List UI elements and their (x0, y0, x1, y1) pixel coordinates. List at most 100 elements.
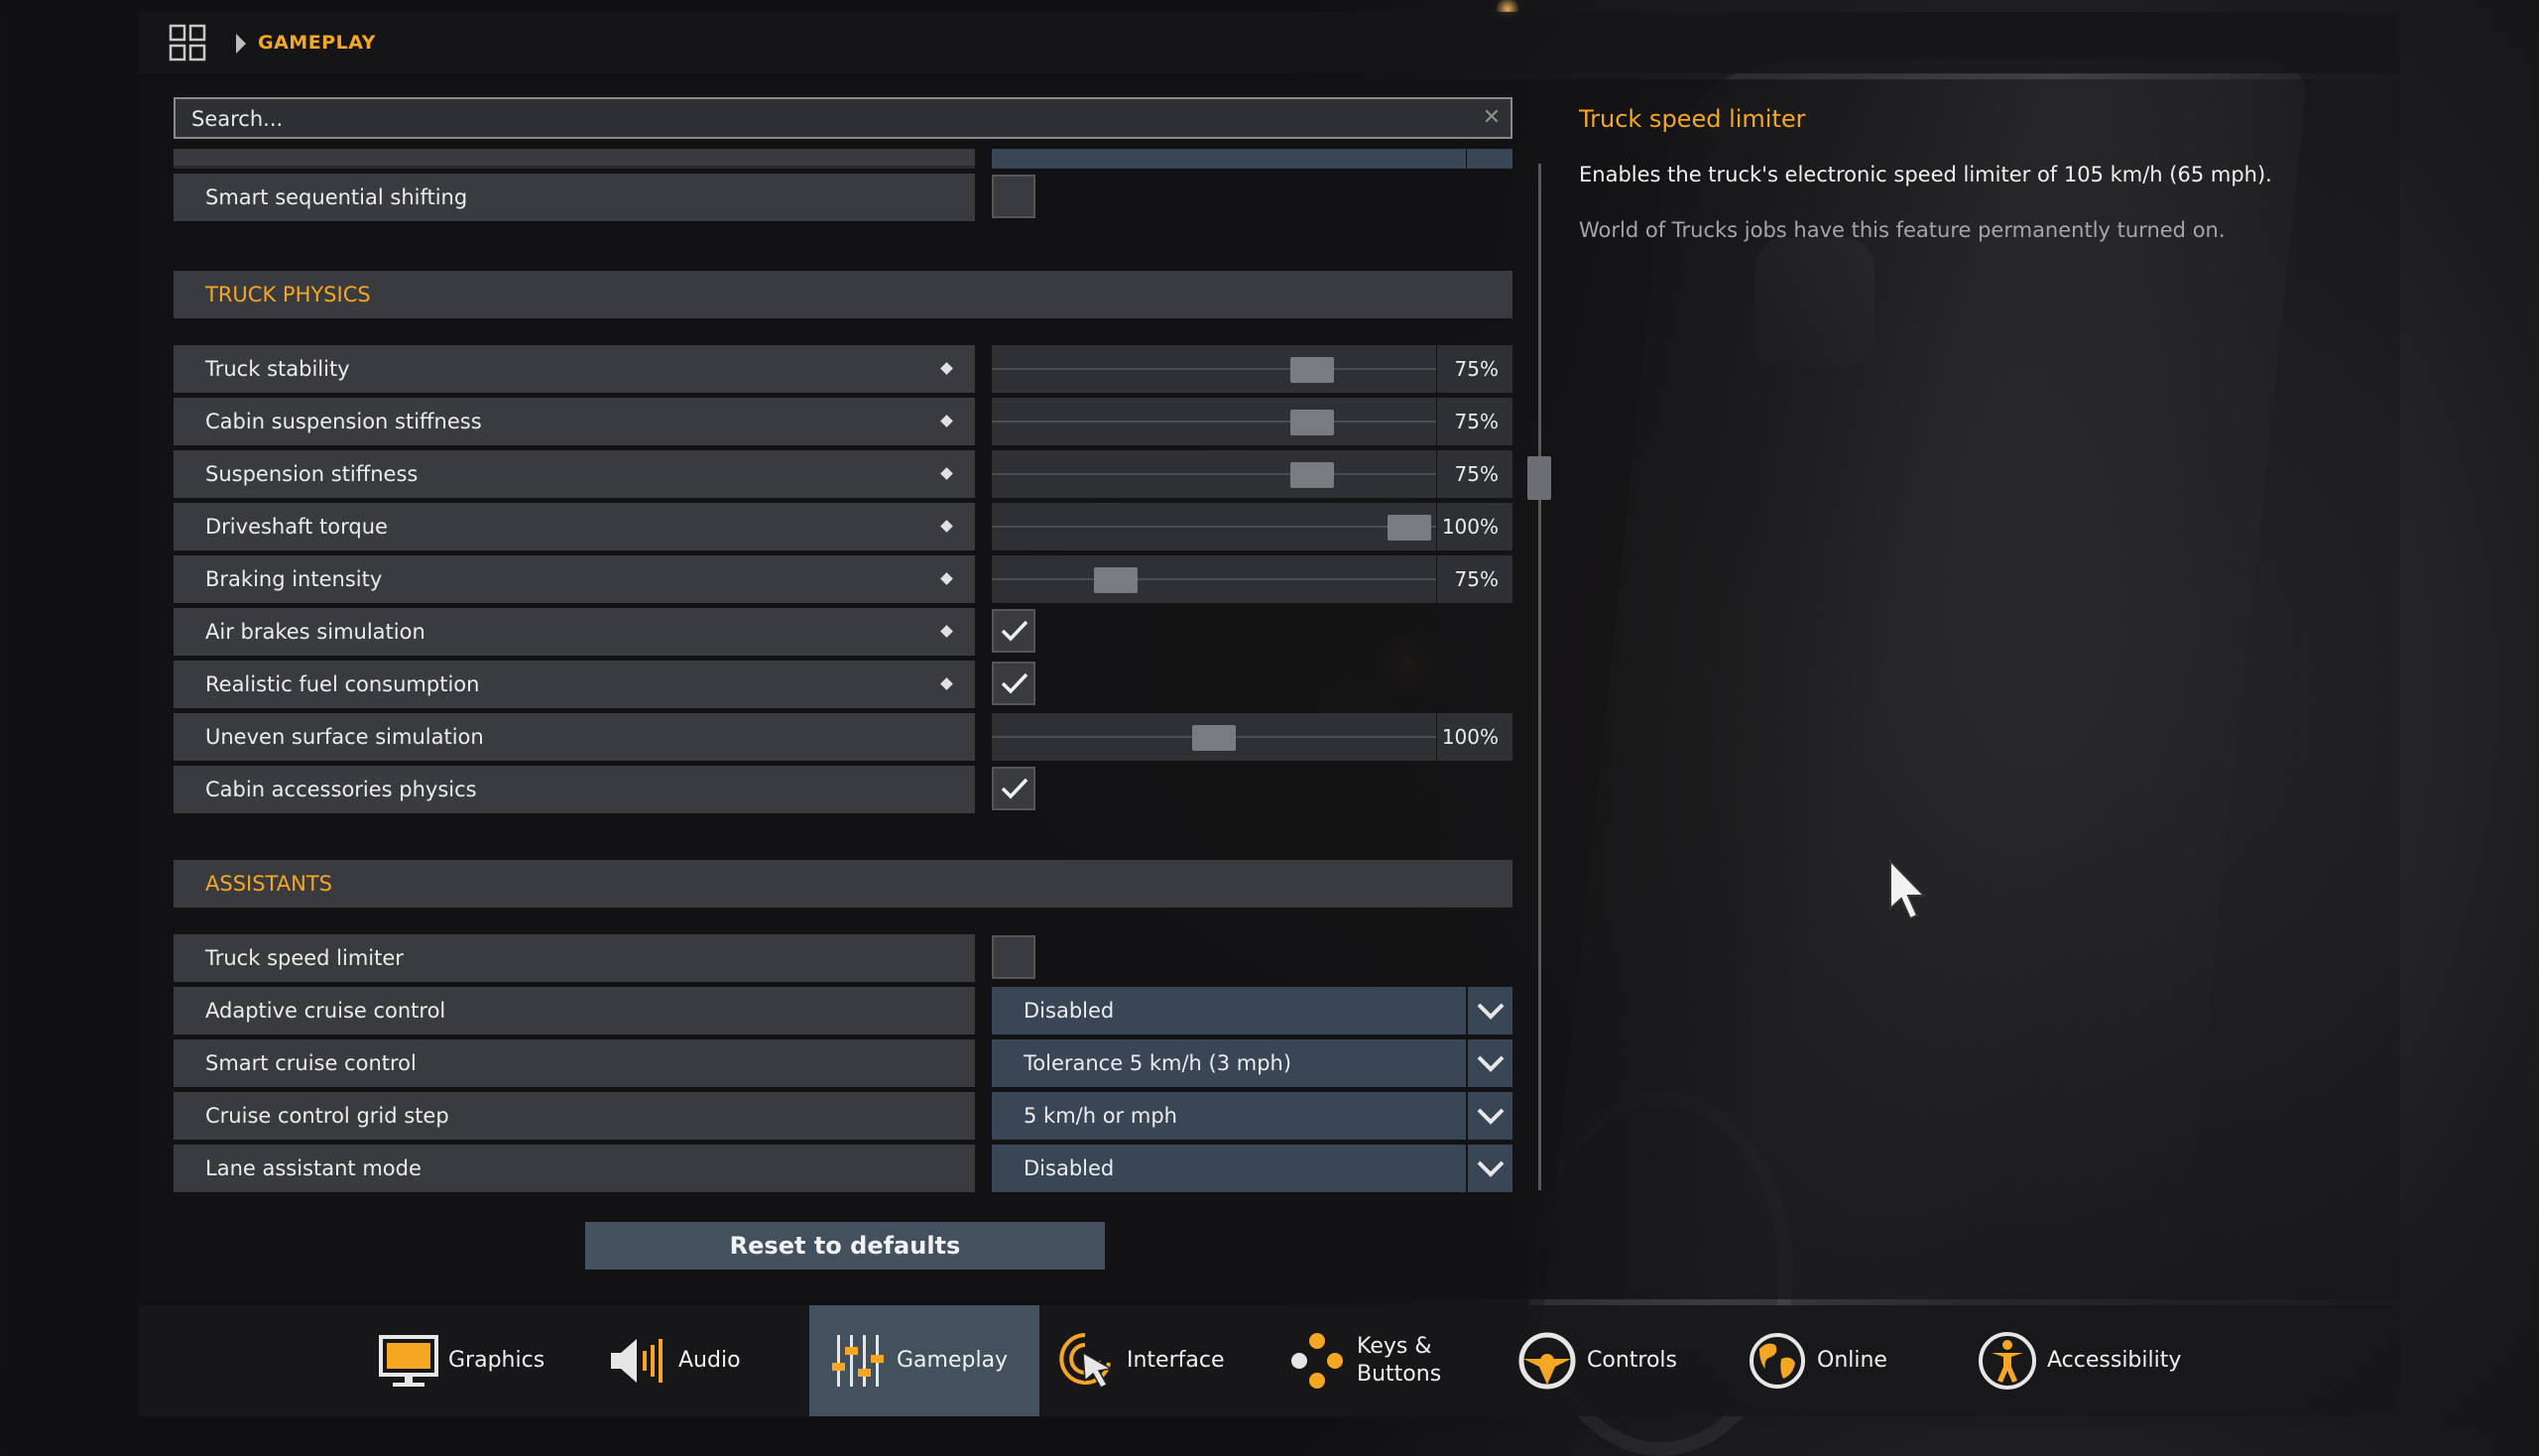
nav-tab-graphics[interactable]: Graphics (361, 1305, 591, 1416)
modified-indicator-icon (940, 572, 953, 585)
slider-thumb[interactable] (1289, 357, 1334, 383)
nav-label: Interface (1127, 1348, 1225, 1373)
modified-indicator-icon (940, 467, 953, 480)
setting-label: Cruise control grid step (174, 1092, 975, 1140)
nav-tab-online[interactable]: Online (1730, 1305, 1960, 1416)
adaptive-cruise-control-dropdown[interactable]: Disabled (992, 987, 1466, 1034)
truck-stability-slider[interactable] (992, 345, 1436, 393)
setting-row-cabin-suspension-stiffness: Cabin suspension stiffness 75% (174, 398, 1512, 445)
setting-row-cruise-control-grid-step: Cruise control grid step 5 km/h or mph (174, 1092, 1512, 1140)
settings-list[interactable]: Smart sequential shifting TRUCK PHYSICS … (174, 149, 1512, 1200)
dropdown-toggle[interactable] (1468, 1092, 1512, 1140)
slider-thumb[interactable] (1192, 725, 1236, 751)
breadcrumb-arrow-icon (236, 34, 246, 54)
modified-indicator-icon (940, 625, 953, 638)
air-brakes-simulation-checkbox[interactable] (992, 609, 1035, 653)
mouse-cursor-icon (1889, 859, 1927, 920)
nav-tab-gameplay[interactable]: Gameplay (809, 1305, 1039, 1416)
nav-tab-keys-buttons[interactable]: Keys & Buttons (1270, 1305, 1500, 1416)
setting-label: Smart cruise control (174, 1039, 975, 1087)
setting-label: Driveshaft torque (174, 503, 975, 550)
scrollbar-track[interactable] (1538, 164, 1541, 1190)
dropdown-toggle[interactable] (1468, 987, 1512, 1034)
nav-label: Graphics (448, 1348, 545, 1373)
chevron-down-icon (1477, 1108, 1505, 1125)
setting-row-adaptive-cruise-control: Adaptive cruise control Disabled (174, 987, 1512, 1034)
nav-label: Controls (1587, 1348, 1677, 1373)
suspension-stiffness-slider[interactable] (992, 450, 1436, 498)
scrollbar-thumb[interactable] (1527, 456, 1551, 500)
setting-row-braking-intensity: Braking intensity 75% (174, 555, 1512, 603)
slider-thumb[interactable] (1094, 567, 1139, 593)
slider-value: 75% (1437, 345, 1512, 393)
nav-tab-controls[interactable]: Controls (1500, 1305, 1730, 1416)
setting-label: Truck speed limiter (174, 934, 975, 982)
chevron-down-icon (1477, 1055, 1505, 1072)
slider-value: 100% (1437, 713, 1512, 761)
nav-tab-audio[interactable]: Audio (591, 1305, 809, 1416)
chevron-down-icon (1477, 1003, 1505, 1020)
search-input[interactable] (189, 99, 1453, 139)
grid-menu-icon[interactable] (169, 24, 206, 61)
nav-label: Gameplay (897, 1348, 1009, 1373)
truck-speed-limiter-checkbox[interactable] (992, 935, 1035, 979)
search-box: ✕ (174, 97, 1512, 139)
setting-row-truck-speed-limiter: Truck speed limiter (174, 934, 1512, 982)
modified-indicator-icon (940, 415, 953, 427)
dropdown-toggle[interactable] (1468, 1145, 1512, 1192)
setting-row-air-brakes-simulation: Air brakes simulation (174, 608, 1512, 656)
setting-label: Smart sequential shifting (174, 174, 975, 221)
info-description: Enables the truck's electronic speed lim… (1579, 163, 2272, 186)
info-title: Truck speed limiter (1579, 105, 1806, 133)
slider-value: 100% (1437, 503, 1512, 550)
pointer-icon (1059, 1333, 1114, 1389)
slider-thumb[interactable] (1289, 410, 1334, 435)
clear-search-icon[interactable]: ✕ (1481, 107, 1503, 129)
setting-row-realistic-fuel-consumption: Realistic fuel consumption (174, 661, 1512, 708)
setting-label: Cabin suspension stiffness (174, 398, 975, 445)
braking-intensity-slider[interactable] (992, 555, 1436, 603)
slider-thumb[interactable] (1289, 462, 1334, 488)
uneven-surface-simulation-slider[interactable] (992, 713, 1436, 761)
realistic-fuel-consumption-checkbox[interactable] (992, 662, 1035, 705)
nav-label: Online (1817, 1348, 1887, 1373)
nav-tab-interface[interactable]: Interface (1039, 1305, 1270, 1416)
modified-indicator-icon (940, 520, 953, 533)
setting-label: Lane assistant mode (174, 1145, 975, 1192)
setting-row-smart-cruise-control: Smart cruise control Tolerance 5 km/h (3… (174, 1039, 1512, 1087)
lane-assistant-mode-dropdown[interactable]: Disabled (992, 1145, 1466, 1192)
setting-row-uneven-surface-simulation: Uneven surface simulation 100% (174, 713, 1512, 761)
cabin-accessories-physics-checkbox[interactable] (992, 767, 1035, 810)
info-note: World of Trucks jobs have this feature p… (1579, 218, 2226, 242)
setting-label: Air brakes simulation (174, 608, 975, 656)
steering-wheel-icon (1518, 1332, 1576, 1390)
breadcrumb-current: GAMEPLAY (258, 32, 376, 54)
reset-to-defaults-button[interactable]: Reset to defaults (585, 1222, 1105, 1270)
dropdown-toggle[interactable] (1468, 1039, 1512, 1087)
sliders-icon (832, 1335, 884, 1387)
slider-value: 75% (1437, 450, 1512, 498)
smart-cruise-control-dropdown[interactable]: Tolerance 5 km/h (3 mph) (992, 1039, 1466, 1087)
setting-label: Realistic fuel consumption (174, 661, 975, 708)
setting-row-truck-stability: Truck stability 75% (174, 345, 1512, 393)
setting-label: Suspension stiffness (174, 450, 975, 498)
monitor-icon (379, 1335, 438, 1387)
smart-sequential-shifting-checkbox[interactable] (992, 175, 1035, 218)
chevron-down-icon (1477, 1160, 1505, 1177)
nav-label: Keys & Buttons (1357, 1334, 1442, 1387)
modified-indicator-icon (940, 677, 953, 690)
setting-label: Uneven surface simulation (174, 713, 975, 761)
nav-label: Accessibility (2047, 1348, 2182, 1373)
setting-row-suspension-stiffness: Suspension stiffness 75% (174, 450, 1512, 498)
setting-label: Truck stability (174, 345, 975, 393)
slider-value: 75% (1437, 398, 1512, 445)
cabin-suspension-stiffness-slider[interactable] (992, 398, 1436, 445)
setting-label: Braking intensity (174, 555, 975, 603)
nav-tab-accessibility[interactable]: Accessibility (1960, 1305, 2208, 1416)
driveshaft-torque-slider[interactable] (992, 503, 1436, 550)
slider-thumb[interactable] (1388, 515, 1432, 541)
cruise-control-grid-step-dropdown[interactable]: 5 km/h or mph (992, 1092, 1466, 1140)
checkmark-icon (1001, 778, 1028, 799)
setting-label: Adaptive cruise control (174, 987, 975, 1034)
checkmark-icon (1001, 672, 1028, 694)
